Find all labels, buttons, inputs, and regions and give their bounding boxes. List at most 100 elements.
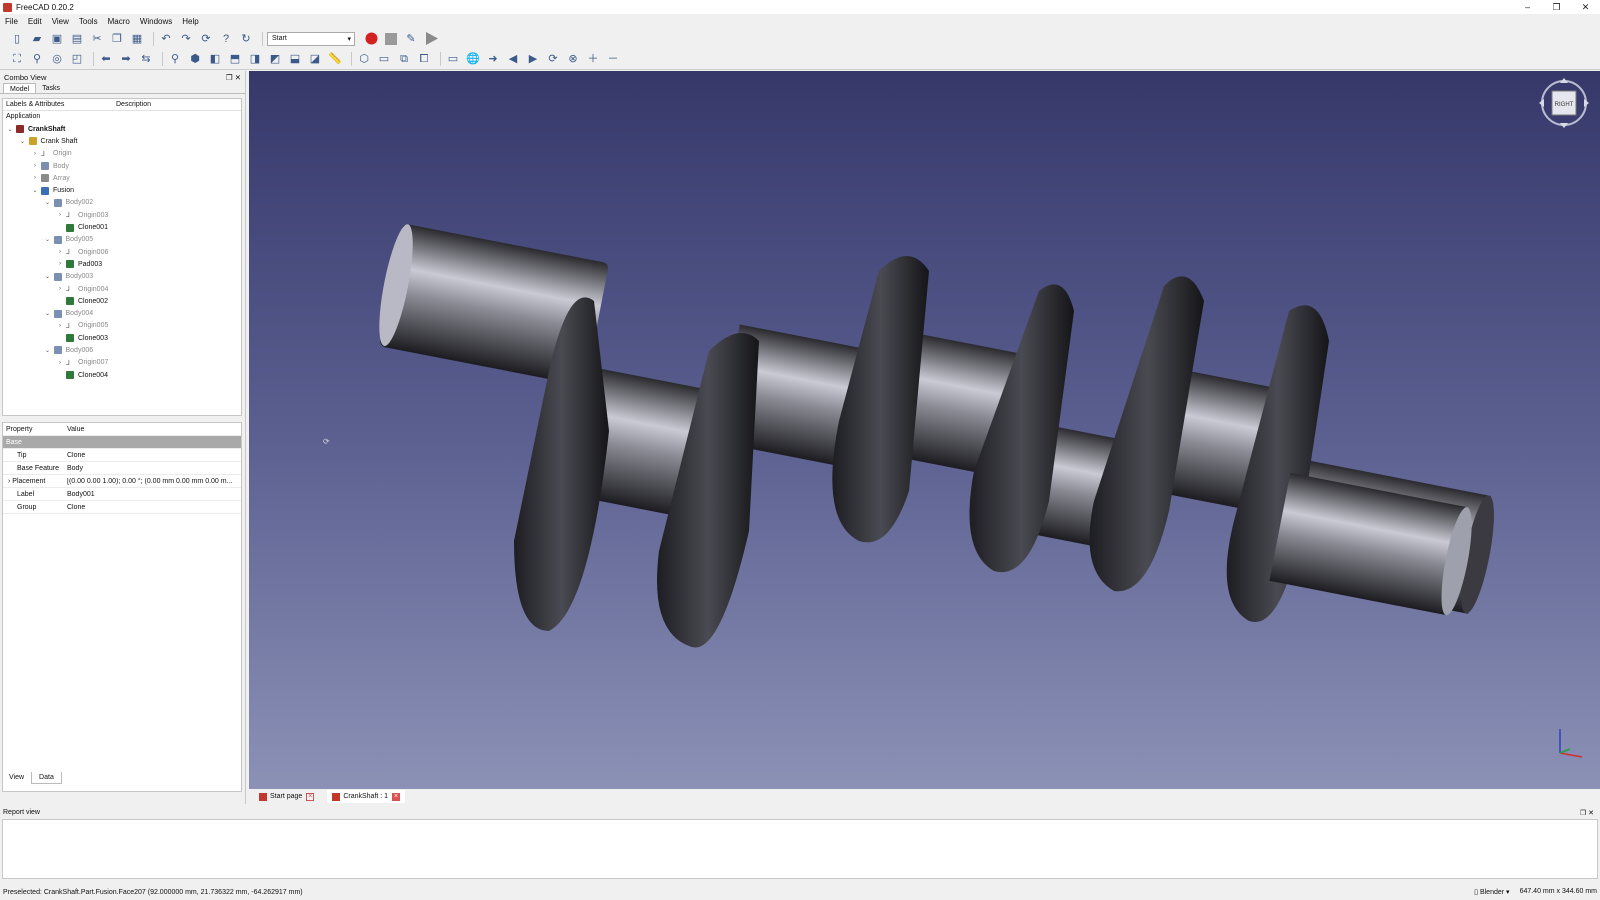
navigation-cube[interactable]: RIGHT	[1538, 77, 1590, 129]
chevron-down-icon[interactable]: ⌄	[44, 273, 52, 280]
workbench-selector[interactable]: Start ▾	[267, 31, 355, 46]
tree-item[interactable]: › ⅃ Origin004	[3, 283, 241, 295]
close-window-button[interactable]: ✕	[1571, 0, 1600, 14]
macro-record-icon[interactable]	[363, 31, 379, 47]
print-icon[interactable]: ▤	[69, 31, 85, 47]
menu-help[interactable]: Help	[182, 17, 198, 26]
copy-icon[interactable]: ❐	[109, 31, 125, 47]
macro-run-icon[interactable]	[423, 31, 439, 47]
float-icon[interactable]: ❐	[1580, 810, 1586, 817]
menu-tools[interactable]: Tools	[79, 17, 98, 26]
chevron-right-icon[interactable]: ›	[31, 163, 39, 169]
left-view-icon[interactable]: ◪	[307, 51, 323, 67]
rear-view-icon[interactable]: ◩	[267, 51, 283, 67]
chevron-right-icon[interactable]: ›	[56, 360, 64, 366]
tree-item[interactable]: ⌄ Body003	[3, 271, 241, 283]
property-value[interactable]: Clone	[65, 504, 241, 511]
menu-windows[interactable]: Windows	[140, 17, 172, 26]
tab-start-page[interactable]: Start page ×	[254, 790, 319, 803]
tree-item[interactable]: ⌄ Crank Shaft	[3, 135, 241, 147]
property-value[interactable]: [(0.00 0.00 1.00); 0.00 °; (0.00 mm 0.00…	[65, 478, 241, 485]
draw-style-icon[interactable]: ◎	[49, 51, 65, 67]
tree-item[interactable]: Clone002	[3, 295, 241, 307]
tree-item[interactable]: Clone001	[3, 221, 241, 233]
measure-icon[interactable]: 📏	[327, 51, 343, 67]
redo-icon[interactable]: ↷	[178, 31, 194, 47]
minimize-button[interactable]: –	[1513, 0, 1542, 14]
forward-arrow-icon[interactable]: ➡	[118, 51, 134, 67]
refresh-icon[interactable]: ⟳	[198, 31, 214, 47]
tree-item[interactable]: › Pad003	[3, 258, 241, 270]
tab-view[interactable]: View	[2, 772, 31, 784]
tree-item[interactable]: ⌄ CrankShaft	[3, 123, 241, 135]
menu-macro[interactable]: Macro	[108, 17, 130, 26]
chevron-down-icon[interactable]: ⌄	[44, 310, 52, 317]
create-group-icon[interactable]: ▭	[376, 51, 392, 67]
chevron-down-icon[interactable]: ⌄	[6, 126, 14, 133]
sync-view-icon[interactable]: ⇆	[138, 51, 154, 67]
chevron-down-icon[interactable]: ⌄	[19, 138, 27, 145]
paste-icon[interactable]: ▦	[129, 31, 145, 47]
property-row[interactable]: Label Body001	[3, 488, 241, 501]
tree-item[interactable]: ⌄ Body002	[3, 197, 241, 209]
chevron-down-icon[interactable]: ⌄	[44, 236, 52, 243]
link-actions-icon[interactable]: ⧠	[416, 51, 432, 67]
chevron-right-icon[interactable]: ›	[56, 323, 64, 329]
chevron-right-icon[interactable]: ›	[56, 261, 64, 267]
navigation-style-selector[interactable]: ▯ Blender ▾	[1474, 888, 1509, 896]
tree-item[interactable]: › ⅃ Origin	[3, 148, 241, 160]
tree-item[interactable]: › ⅃ Origin006	[3, 246, 241, 258]
property-value[interactable]: Body	[65, 465, 241, 472]
bounding-box-icon[interactable]: ◰	[69, 51, 85, 67]
tree-item[interactable]: ⌄ Body006	[3, 344, 241, 356]
create-part-icon[interactable]: ⬡	[356, 51, 372, 67]
zoom-in-icon[interactable]: ＋	[585, 51, 601, 67]
3d-viewport[interactable]: ⟳ RIGHT	[249, 71, 1600, 789]
isometric-view-icon[interactable]: ⬢	[187, 51, 203, 67]
bottom-view-icon[interactable]: ⬓	[287, 51, 303, 67]
undo-icon[interactable]: ↶	[158, 31, 174, 47]
property-row[interactable]: Group Clone	[3, 501, 241, 514]
tree-column-description[interactable]: Description	[116, 101, 151, 108]
front-view-icon[interactable]: ◧	[207, 51, 223, 67]
whats-this-icon[interactable]: ?	[218, 31, 234, 47]
cut-icon[interactable]: ✂	[89, 31, 105, 47]
menu-file[interactable]: File	[5, 17, 18, 26]
tree-item[interactable]: ⌄ Body005	[3, 234, 241, 246]
web-globe-icon[interactable]: 🌐	[465, 51, 481, 67]
close-icon[interactable]: ✕	[235, 73, 241, 82]
tree-item[interactable]: › ⅃ Origin005	[3, 320, 241, 332]
close-icon[interactable]: ✕	[1588, 810, 1594, 817]
report-output[interactable]	[2, 819, 1598, 879]
fit-selection-icon[interactable]: ⚲	[29, 51, 45, 67]
tab-data[interactable]: Data	[31, 772, 62, 784]
web-stop-icon[interactable]: ⊗	[565, 51, 581, 67]
chevron-right-icon[interactable]: ›	[56, 249, 64, 255]
macro-edit-icon[interactable]: ✎	[403, 31, 419, 47]
chevron-right-icon[interactable]: ›	[56, 212, 64, 218]
tree-item[interactable]: › ⅃ Origin007	[3, 357, 241, 369]
open-folder-icon[interactable]: ▰	[29, 31, 45, 47]
tree-item[interactable]: › Array	[3, 172, 241, 184]
chevron-right-icon[interactable]: ›	[56, 286, 64, 292]
chevron-right-icon[interactable]: ›	[31, 175, 39, 181]
tree-column-labels[interactable]: Labels & Attributes	[3, 101, 116, 108]
recompute-icon[interactable]: ↻	[238, 31, 254, 47]
float-icon[interactable]: ❐	[226, 73, 233, 82]
close-tab-icon[interactable]: ×	[306, 792, 315, 801]
tree-item[interactable]: Clone003	[3, 332, 241, 344]
menu-edit[interactable]: Edit	[28, 17, 42, 26]
right-view-icon[interactable]: ◨	[247, 51, 263, 67]
close-tab-icon[interactable]: ×	[392, 792, 401, 801]
chevron-down-icon[interactable]: ⌄	[44, 347, 52, 354]
chevron-down-icon[interactable]: ⌄	[31, 187, 39, 194]
zoom-out-icon[interactable]: －	[605, 51, 621, 67]
chevron-down-icon[interactable]: ⌄	[44, 199, 52, 206]
tab-model[interactable]: Model	[3, 83, 37, 93]
property-row[interactable]: Tip Clone	[3, 449, 241, 462]
chevron-right-icon[interactable]: ›	[31, 151, 39, 157]
macro-stop-icon[interactable]	[383, 31, 399, 47]
tab-crankshaft[interactable]: CrankShaft : 1 ×	[327, 790, 406, 803]
new-document-icon[interactable]: ▯	[9, 31, 25, 47]
property-value[interactable]: Body001	[65, 491, 241, 498]
